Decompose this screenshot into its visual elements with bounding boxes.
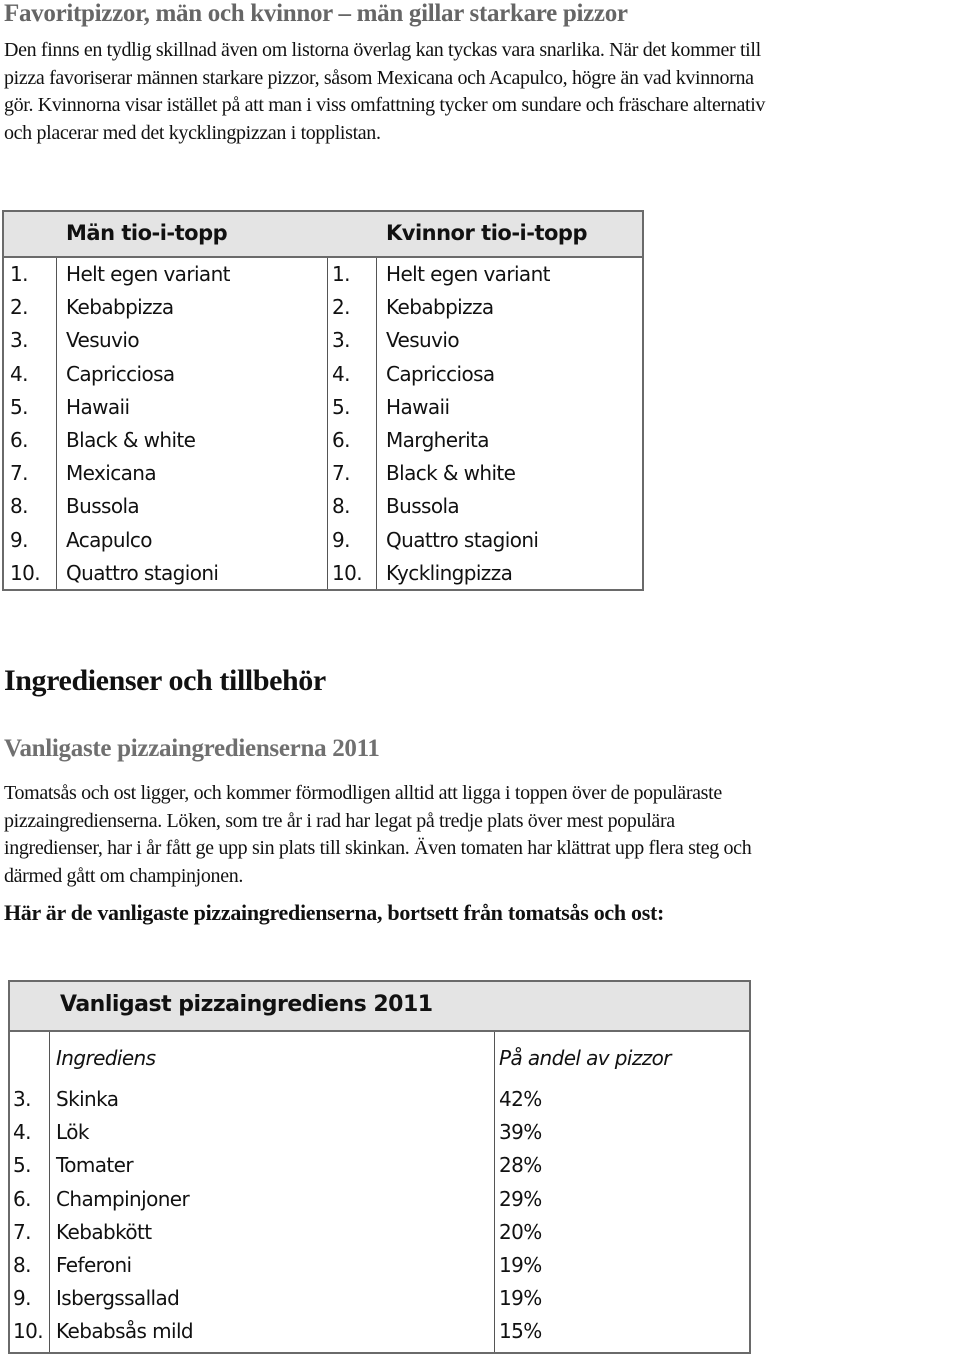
ingredient-rank: 7.: [13, 1219, 31, 1244]
ingredient-rank: 5.: [13, 1153, 31, 1178]
ingredient-name: Champinjoner: [56, 1186, 190, 1211]
paragraph-line: pizzaingredienserna. Löken, som tre år i…: [4, 809, 675, 832]
ingredient-name: Tomater: [56, 1153, 134, 1178]
men-rank: 10.: [10, 560, 41, 585]
women-rank: 9.: [332, 527, 350, 552]
ingredient-share: 19%: [499, 1286, 542, 1311]
ingredient-name: Skinka: [56, 1087, 119, 1111]
ingredient-rank: 6.: [13, 1186, 31, 1211]
top-ten-table: Män tio-i-topp Kvinnor tio-i-topp 1. Helt…: [2, 210, 644, 591]
men-rank: 6.: [10, 428, 28, 452]
men-pizza-name: Black & white: [66, 428, 196, 452]
column-divider: [49, 1032, 50, 1352]
column-divider: [494, 1032, 495, 1352]
section-title-ingredients: Ingredienser och tillbehör: [4, 664, 326, 697]
men-rank: 8.: [10, 494, 28, 519]
ingredient-name: Kebabsås mild: [56, 1319, 194, 1344]
intro-paragraph: Den finns en tydlig skillnad även om lis…: [4, 37, 765, 147]
men-pizza-name: Bussola: [66, 494, 140, 519]
men-rank: 5.: [10, 394, 28, 419]
ingredient-share: 42%: [499, 1087, 542, 1111]
men-pizza-name: Hawaii: [66, 394, 130, 419]
men-rank: 1.: [10, 262, 28, 286]
women-pizza-name: Kycklingpizza: [386, 560, 513, 585]
women-column-header: Kvinnor tio-i-topp: [386, 221, 587, 245]
paragraph-line: Den finns en tydlig skillnad även om lis…: [4, 39, 761, 61]
women-rank: 8.: [332, 494, 350, 519]
men-pizza-name: Quattro stagioni: [66, 560, 219, 585]
women-pizza-name: Hawaii: [386, 394, 450, 419]
men-rank: 2.: [10, 295, 28, 320]
women-pizza-name: Black & white: [386, 461, 516, 486]
top-ten-rows: 1. Helt egen variant 1. Helt egen variant 2.…: [4, 258, 642, 589]
women-pizza-name: Vesuvio: [386, 328, 460, 353]
men-rank: 3.: [10, 328, 28, 353]
men-rank: 7.: [10, 461, 28, 486]
women-pizza-name: Capricciosa: [386, 361, 495, 386]
table-header-row: Vanligast pizzaingrediens 2011: [10, 982, 749, 1032]
paragraph-line: och placerar med det kycklingpizzan i to…: [4, 121, 381, 144]
women-pizza-name: Helt egen variant: [386, 262, 550, 286]
men-pizza-name: Kebabpizza: [66, 295, 174, 320]
share-column-header: På andel av pizzor: [499, 1046, 671, 1070]
women-pizza-name: Quattro stagioni: [386, 527, 539, 552]
women-rank: 3.: [332, 328, 350, 353]
ingredients-table-title: Vanligast pizzaingrediens 2011: [60, 992, 433, 1017]
paragraph-line: pizza favoriserar männen starkare pizzor…: [4, 66, 754, 89]
ingredient-rank: 4.: [13, 1120, 31, 1145]
women-pizza-name: Margherita: [386, 428, 490, 452]
ingredient-name: Lök: [56, 1120, 89, 1145]
women-pizza-name: Kebabpizza: [386, 295, 494, 320]
ingredient-share: 39%: [499, 1120, 542, 1145]
women-rank: 1.: [332, 262, 350, 286]
section-subtitle-ingredients-2011: Vanligaste pizzaingredienserna 2011: [4, 735, 380, 762]
men-pizza-name: Vesuvio: [66, 328, 140, 353]
paragraph-line: ingredienser, har i år fått ge upp sin p…: [4, 837, 752, 859]
ingredient-share: 15%: [499, 1319, 542, 1344]
ingredient-share: 29%: [499, 1186, 542, 1211]
section-title-favorite-pizzas: Favoritpizzor, män och kvinnor – män gil…: [4, 0, 628, 27]
men-pizza-name: Mexicana: [66, 461, 157, 486]
women-rank: 2.: [332, 295, 350, 320]
women-rank: 5.: [332, 394, 350, 419]
women-rank: 4.: [332, 361, 350, 386]
ingredient-share: 28%: [499, 1153, 542, 1178]
ingredient-share: 19%: [499, 1253, 542, 1277]
paragraph-line: Tomatsås och ost ligger, och kommer förm…: [4, 782, 722, 804]
ingredient-rank: 9.: [13, 1286, 31, 1311]
men-pizza-name: Capricciosa: [66, 361, 175, 386]
ingredients-paragraph: Tomatsås och ost ligger, och kommer förm…: [4, 780, 752, 890]
men-column-header: Män tio-i-topp: [66, 221, 228, 245]
ingredient-rank: 8.: [13, 1253, 31, 1277]
paragraph-line: därmed gått om champinjonen.: [4, 864, 244, 887]
women-rank: 10.: [332, 560, 363, 585]
ingredient-name: Isbergssallad: [56, 1286, 180, 1311]
table-header-row: Män tio-i-topp Kvinnor tio-i-topp: [4, 212, 642, 258]
ingredient-column-header: Ingrediens: [56, 1046, 156, 1070]
ingredient-name: Kebabkött: [56, 1219, 152, 1244]
men-rank: 9.: [10, 527, 28, 552]
ingredient-share: 20%: [499, 1219, 542, 1244]
ingredient-rank: 3.: [13, 1087, 31, 1111]
women-pizza-name: Bussola: [386, 494, 460, 519]
men-pizza-name: Helt egen variant: [66, 262, 230, 286]
ingredients-table: Vanligast pizzaingrediens 2011 Ingredien…: [8, 980, 751, 1354]
women-rank: 6.: [332, 428, 350, 452]
men-pizza-name: Acapulco: [66, 527, 153, 552]
paragraph-line: gör. Kvinnorna visar istället på att man…: [4, 94, 766, 116]
ingredients-lead-text: Här är de vanligaste pizzaingredienserna…: [4, 900, 665, 925]
women-rank: 7.: [332, 461, 350, 486]
men-rank: 4.: [10, 361, 28, 386]
ingredient-name: Feferoni: [56, 1253, 132, 1277]
ingredient-rank: 10.: [13, 1319, 44, 1344]
